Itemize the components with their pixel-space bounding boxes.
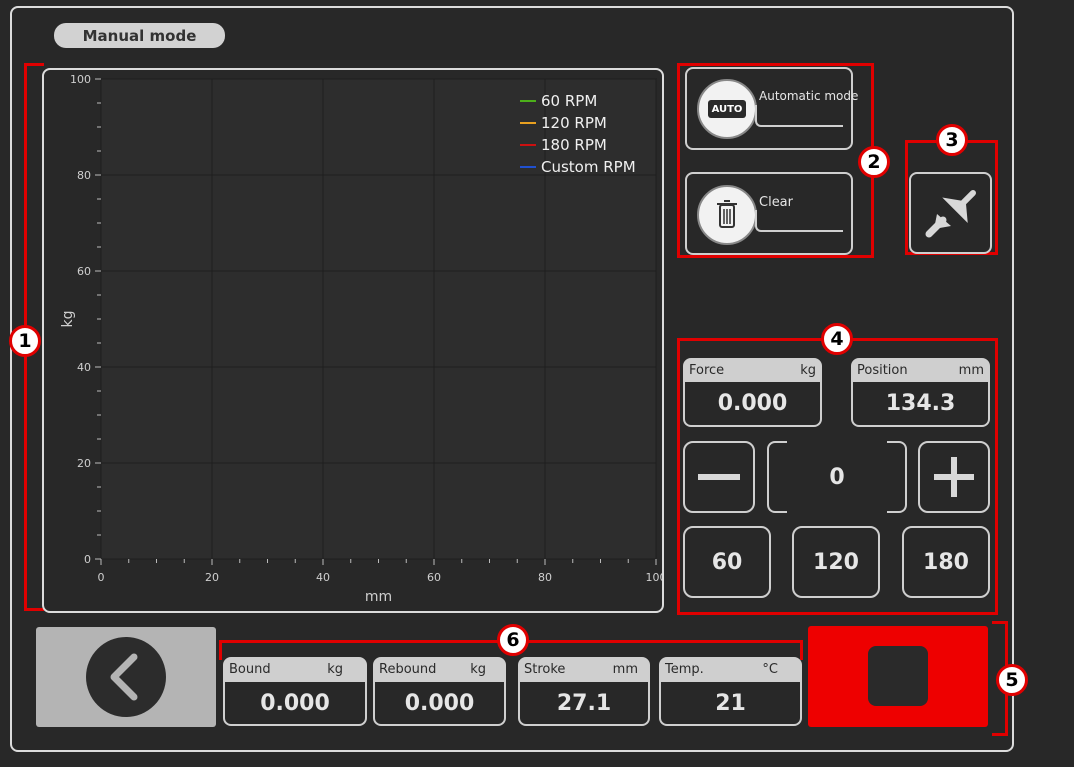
rpm-stepper-value: 0 xyxy=(829,464,845,490)
preset-60-button[interactable]: 60 xyxy=(683,526,771,598)
chevron-left-icon xyxy=(86,637,166,717)
stroke-value: 27.1 xyxy=(518,682,650,726)
callout-2-badge: 2 xyxy=(858,146,890,178)
bound-label-text: Bound xyxy=(229,662,271,677)
y-tick-label: 80 xyxy=(77,169,91,182)
temp-label: Temp. °C xyxy=(659,657,802,682)
legend-label: Custom RPM xyxy=(541,158,636,176)
temp-unit: °C xyxy=(762,662,778,677)
callout-1-badge: 1 xyxy=(9,325,41,357)
preset-120-button[interactable]: 120 xyxy=(792,526,880,598)
y-tick-label: 60 xyxy=(77,265,91,278)
automatic-mode-underline xyxy=(755,105,843,127)
force-label: Force kg xyxy=(683,358,822,382)
x-tick-label: 20 xyxy=(205,571,219,584)
stroke-label: Stroke mm xyxy=(518,657,650,682)
force-unit: kg xyxy=(800,362,816,378)
stop-icon xyxy=(868,646,928,706)
stroke-label-text: Stroke xyxy=(524,662,566,677)
force-label-text: Force xyxy=(689,362,725,378)
stop-button[interactable] xyxy=(808,626,988,727)
legend-label: 60 RPM xyxy=(541,92,597,110)
rebound-label: Rebound kg xyxy=(373,657,506,682)
bound-label: Bound kg xyxy=(223,657,367,682)
auto-icon-text: AUTO xyxy=(708,100,746,118)
x-tick-label: 40 xyxy=(316,571,330,584)
automatic-mode-button[interactable]: AUTO Automatic mode xyxy=(685,67,858,150)
x-tick-label: 0 xyxy=(98,571,105,584)
chart-panel: 0 20 40 60 80 100 0 20 40 60 80 100 mm kg 60 RPM 120 RP… xyxy=(42,68,664,613)
x-tick-label: 100 xyxy=(646,571,663,584)
rebound-value: 0.000 xyxy=(373,682,506,726)
position-value: 134.3 xyxy=(851,382,990,427)
clear-button[interactable]: Clear xyxy=(685,172,853,255)
temp-value: 21 xyxy=(659,682,802,726)
auto-icon: AUTO xyxy=(697,79,757,139)
force-position-chart: 0 20 40 60 80 100 0 20 40 60 80 100 mm kg 60 RPM 120 RP… xyxy=(60,73,663,605)
x-axis-label: mm xyxy=(365,589,392,605)
collapse-button[interactable] xyxy=(909,172,992,254)
x-tick-label: 80 xyxy=(538,571,552,584)
x-tick-label: 60 xyxy=(427,571,441,584)
callout-4-badge: 4 xyxy=(821,323,853,355)
trash-icon xyxy=(697,185,757,245)
back-button[interactable] xyxy=(36,627,216,727)
legend-label: 120 RPM xyxy=(541,114,607,132)
y-tick-label: 40 xyxy=(77,361,91,374)
automatic-mode-label: Automatic mode xyxy=(759,89,859,103)
y-axis-label: kg xyxy=(60,311,76,328)
clear-label: Clear xyxy=(759,195,793,210)
collapse-arrows-icon xyxy=(925,190,976,238)
callout-6-badge: 6 xyxy=(497,624,529,656)
plus-icon xyxy=(934,457,974,497)
clear-underline xyxy=(755,210,843,232)
stroke-unit: mm xyxy=(612,662,638,677)
decrement-button[interactable] xyxy=(683,441,755,513)
preset-180-button[interactable]: 180 xyxy=(902,526,990,598)
rebound-unit: kg xyxy=(470,662,486,677)
bound-value: 0.000 xyxy=(223,682,367,726)
force-value: 0.000 xyxy=(683,382,822,427)
rpm-stepper-field[interactable]: 0 xyxy=(767,441,907,513)
y-tick-label: 100 xyxy=(70,73,91,86)
position-unit: mm xyxy=(958,362,984,378)
increment-button[interactable] xyxy=(918,441,990,513)
temp-label-text: Temp. xyxy=(665,662,704,677)
minus-icon xyxy=(698,474,740,480)
bound-unit: kg xyxy=(327,662,343,677)
callout-5-badge: 5 xyxy=(996,664,1028,696)
y-tick-label: 0 xyxy=(84,553,91,566)
callout-3-badge: 3 xyxy=(936,124,968,156)
rebound-label-text: Rebound xyxy=(379,662,437,677)
y-tick-label: 20 xyxy=(77,457,91,470)
position-label-text: Position xyxy=(857,362,908,378)
mode-label: Manual mode xyxy=(54,23,225,48)
legend-label: 180 RPM xyxy=(541,136,607,154)
position-label: Position mm xyxy=(851,358,990,382)
